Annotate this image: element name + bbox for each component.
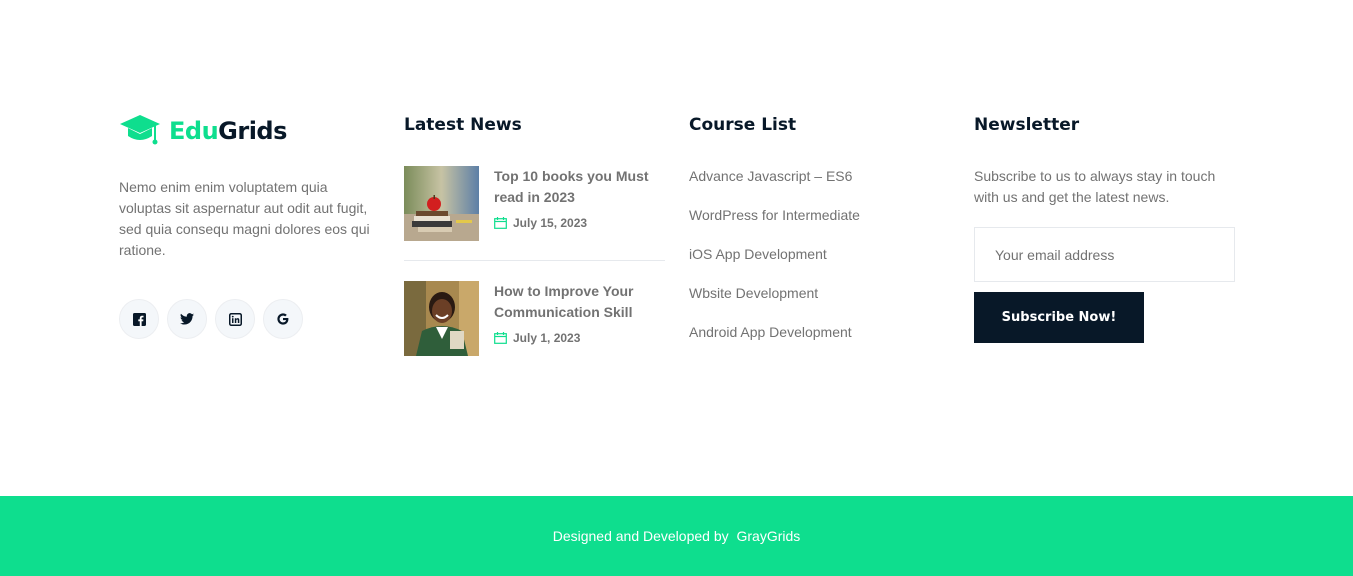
- graduation-cap-icon: [120, 115, 160, 145]
- news-column: Latest News Top 10 books you Must read i…: [404, 112, 665, 356]
- credit-link[interactable]: GrayGrids: [737, 528, 801, 544]
- news-title-link[interactable]: Top 10 books you Must read in 2023: [494, 166, 664, 208]
- course-link[interactable]: Android App Development: [689, 324, 852, 340]
- calendar-icon: [494, 332, 507, 344]
- credit-text: Designed and Developed by GrayGrids: [553, 528, 801, 544]
- courses-heading: Course List: [689, 115, 797, 135]
- list-item: Advance Javascript – ES6: [689, 166, 949, 205]
- linkedin-icon: [228, 312, 242, 326]
- course-link[interactable]: WordPress for Intermediate: [689, 207, 860, 223]
- social-links: [119, 299, 374, 339]
- news-body: How to Improve Your Communication Skill …: [494, 281, 664, 345]
- news-date-text: July 1, 2023: [513, 331, 581, 345]
- about-text: Nemo enim enim voluptatem quia voluptas …: [119, 179, 370, 258]
- logo-text-edu: Edu: [169, 117, 219, 145]
- course-link[interactable]: Advance Javascript – ES6: [689, 168, 852, 184]
- google-button[interactable]: [263, 299, 303, 339]
- logo-text: EduGrids: [169, 117, 287, 145]
- news-date-text: July 15, 2023: [513, 216, 588, 230]
- facebook-button[interactable]: [119, 299, 159, 339]
- news-thumbnail-books[interactable]: [404, 166, 479, 241]
- news-date: July 1, 2023: [494, 331, 664, 345]
- newsletter-column: Newsletter Subscribe to us to always sta…: [974, 112, 1235, 343]
- course-link[interactable]: Wbsite Development: [689, 285, 818, 301]
- email-field[interactable]: [974, 227, 1235, 282]
- news-title-link[interactable]: How to Improve Your Communication Skill: [494, 281, 664, 323]
- list-item: Android App Development: [689, 322, 949, 361]
- credit-label: Designed and Developed by: [552, 528, 729, 544]
- news-body: Top 10 books you Must read in 2023 July …: [494, 166, 664, 230]
- list-item: Wbsite Development: [689, 283, 949, 322]
- google-icon: [277, 313, 289, 325]
- course-link[interactable]: iOS App Development: [689, 246, 827, 262]
- facebook-icon: [132, 312, 146, 326]
- list-item: WordPress for Intermediate: [689, 205, 949, 244]
- linkedin-button[interactable]: [215, 299, 255, 339]
- news-item: Top 10 books you Must read in 2023 July …: [404, 166, 665, 261]
- news-list: Top 10 books you Must read in 2023 July …: [404, 166, 665, 356]
- twitter-icon: [180, 313, 194, 325]
- about-column: EduGrids Nemo enim enim voluptatem quia …: [119, 112, 374, 339]
- twitter-button[interactable]: [167, 299, 207, 339]
- news-thumbnail-student[interactable]: [404, 281, 479, 356]
- footer-bottom-bar: Designed and Developed by GrayGrids: [0, 496, 1353, 576]
- footer-top: EduGrids Nemo enim enim voluptatem quia …: [0, 0, 1353, 496]
- list-item: iOS App Development: [689, 244, 949, 283]
- news-date: July 15, 2023: [494, 216, 664, 230]
- course-list: Advance Javascript – ES6 WordPress for I…: [689, 166, 949, 361]
- subscribe-button[interactable]: Subscribe Now!: [974, 292, 1144, 343]
- calendar-icon: [494, 217, 507, 229]
- newsletter-text: Subscribe to us to always stay in touch …: [974, 168, 1216, 205]
- newsletter-heading: Newsletter: [974, 115, 1080, 135]
- courses-column: Course List Advance Javascript – ES6 Wor…: [689, 112, 949, 361]
- logo-text-grids: Grids: [218, 117, 287, 145]
- logo[interactable]: EduGrids: [119, 112, 374, 150]
- news-item: How to Improve Your Communication Skill …: [404, 281, 665, 356]
- news-heading: Latest News: [404, 115, 522, 135]
